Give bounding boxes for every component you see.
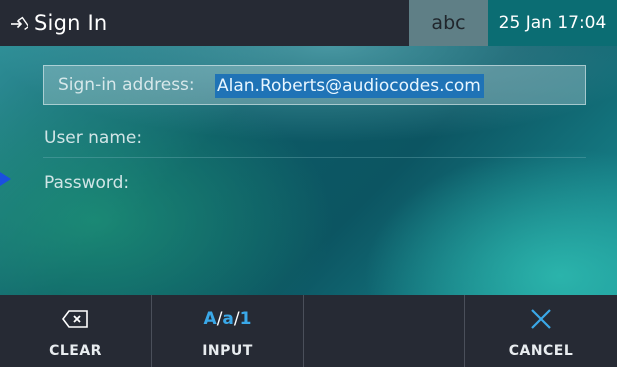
username-row[interactable]: User name:: [43, 121, 586, 158]
softkey-bar: CLEAR A/a/1 INPUT CANCEL: [0, 295, 617, 367]
input-mode-icon: A/a/1: [204, 309, 252, 329]
input-glyph-upper: A: [203, 309, 217, 329]
signin-address-field[interactable]: Alan.Roberts@audiocodes.com: [215, 74, 484, 98]
password-row[interactable]: Password:: [43, 166, 586, 196]
phone-screen: Sign In abc 25 Jan 17:04 Sign-in address…: [0, 0, 617, 367]
empty-softkey[interactable]: [304, 295, 465, 367]
clear-softkey[interactable]: CLEAR: [0, 295, 152, 367]
username-label: User name:: [44, 128, 143, 148]
clear-softkey-label: CLEAR: [49, 343, 102, 359]
screen-title-area: Sign In: [10, 0, 107, 46]
sign-in-icon: [11, 16, 28, 30]
signin-address-label: Sign-in address:: [58, 75, 195, 95]
status-bar: Sign In abc 25 Jan 17:04: [0, 0, 617, 46]
input-softkey[interactable]: A/a/1 INPUT: [152, 295, 304, 367]
date-time-display: 25 Jan 17:04: [488, 0, 617, 46]
close-icon: [531, 309, 551, 329]
password-label: Password:: [44, 173, 130, 193]
cancel-softkey-label: CANCEL: [508, 343, 574, 359]
backspace-icon: [61, 310, 88, 328]
focus-arrow-icon: [0, 172, 11, 186]
page-title: Sign In: [34, 11, 108, 35]
sign-in-form: Sign-in address: Alan.Roberts@audiocodes…: [0, 46, 617, 295]
signin-address-row[interactable]: Sign-in address: Alan.Roberts@audiocodes…: [43, 65, 586, 105]
cancel-softkey[interactable]: CANCEL: [465, 295, 617, 367]
input-glyph-numeric: 1: [239, 309, 252, 329]
input-softkey-label: INPUT: [202, 343, 253, 359]
input-mode-indicator: abc: [409, 0, 488, 46]
input-glyph-lower: a: [222, 309, 234, 329]
